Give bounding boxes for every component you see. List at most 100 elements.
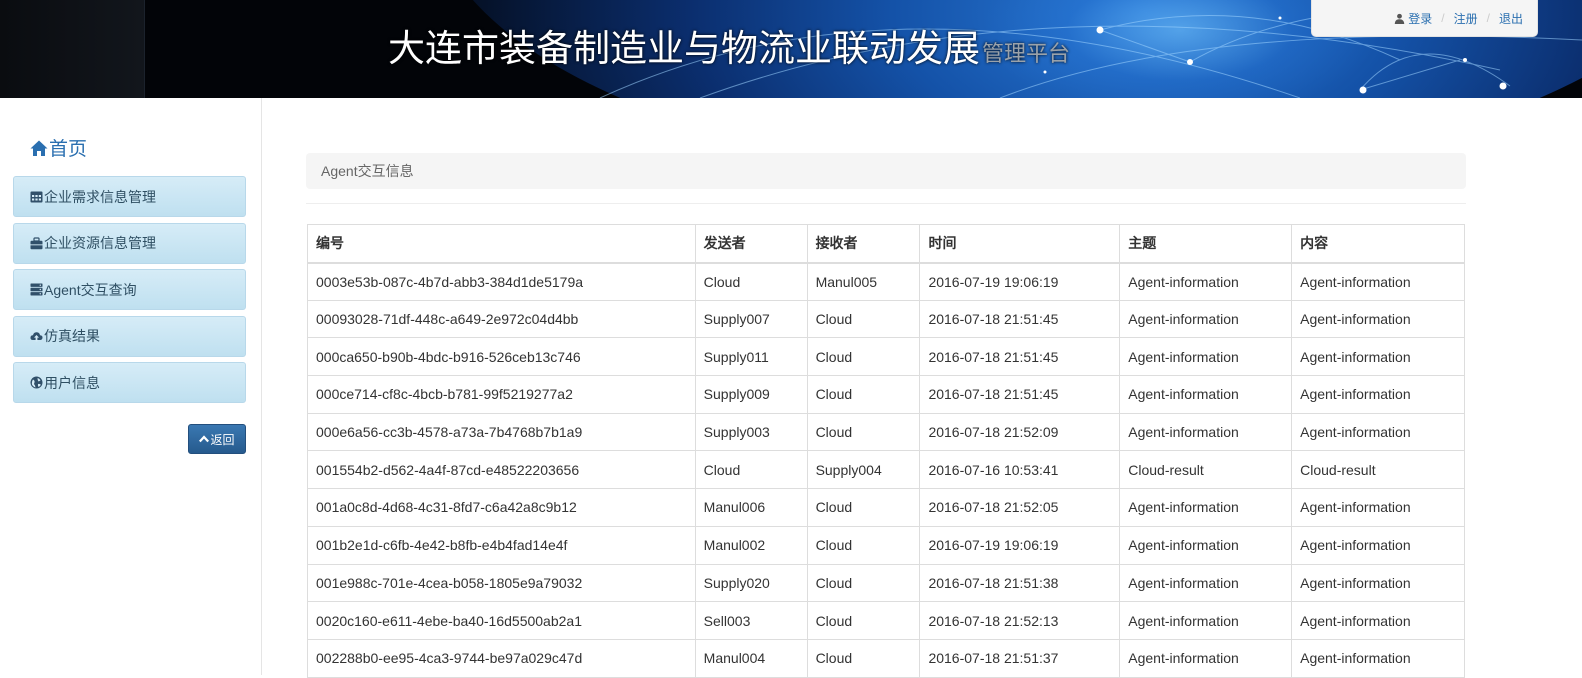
table-row[interactable]: 0003e53b-087c-4b7d-abb3-384d1de5179a Clou…	[307, 262, 1465, 301]
home-link[interactable]: 首页	[30, 134, 87, 161]
cell-receiver: Cloud	[806, 601, 921, 640]
cell-topic: Agent-information	[1119, 638, 1293, 678]
table-row[interactable]: 000ca650-b90b-4bdc-b916-526ceb13c746 Supp…	[307, 337, 1465, 377]
cell-receiver: Cloud	[806, 563, 921, 603]
cell-sender: Manul006	[694, 488, 808, 527]
cell-content: Agent-information	[1291, 488, 1465, 527]
user-icon	[1394, 13, 1405, 24]
cell-receiver: Manul005	[806, 262, 921, 301]
cell-topic: Agent-information	[1119, 525, 1293, 565]
briefcase-icon	[30, 236, 43, 249]
cell-sender: Manul004	[694, 638, 808, 678]
cell-content: Agent-information	[1291, 337, 1465, 377]
column-header-id: 编号	[307, 224, 696, 264]
column-header-time: 时间	[919, 224, 1121, 264]
cell-sender: Supply011	[694, 337, 808, 377]
column-header-content: 内容	[1291, 224, 1465, 264]
cell-topic: Cloud-result	[1119, 450, 1293, 490]
sidebar-item-user-info[interactable]: 用户信息	[13, 362, 246, 403]
auth-links: 登录 / 注册 / 退出	[1311, 0, 1538, 37]
column-header-topic: 主题	[1119, 224, 1293, 264]
cell-time: 2016-07-18 21:51:45	[919, 299, 1121, 339]
cell-id: 002288b0-ee95-4ca3-9744-be97a029c47d	[307, 638, 696, 678]
cell-sender: Supply003	[694, 412, 808, 452]
panel-heading: Agent交互信息	[306, 153, 1466, 189]
cell-receiver: Supply004	[806, 450, 921, 490]
divider	[306, 203, 1466, 204]
divider: /	[1486, 11, 1490, 25]
table-row[interactable]: 0020c160-e611-4ebe-ba40-16d5500ab2a1 Sell…	[307, 601, 1465, 640]
cell-content: Agent-information	[1291, 375, 1465, 414]
cell-time: 2016-07-19 19:06:19	[919, 262, 1121, 301]
site-title-main: 大连市装备制造业与物流业联动发展	[388, 28, 980, 69]
sidebar-item-agent-query[interactable]: Agent交互查询	[13, 269, 246, 310]
cell-topic: Agent-information	[1119, 262, 1293, 301]
cell-topic: Agent-information	[1119, 601, 1293, 640]
cell-time: 2016-07-18 21:51:37	[919, 638, 1121, 678]
site-title: 大连市装备制造业与物流业联动发展管理平台	[388, 18, 1070, 72]
cloud-upload-icon	[30, 331, 43, 341]
table-row[interactable]: 000e6a56-cc3b-4578-a73a-7b4768b7b1a9 Supp…	[307, 412, 1465, 452]
cell-id: 00093028-71df-448c-a649-2e972c04d4bb	[307, 299, 696, 339]
sidebar-item-label: 企业资源信息管理	[44, 235, 156, 251]
table-row[interactable]: 001e988c-701e-4cea-b058-1805e9a79032 Supp…	[307, 563, 1465, 603]
sidebar-item-demand-management[interactable]: 企业需求信息管理	[13, 176, 246, 217]
cell-sender: Cloud	[694, 262, 808, 301]
cell-topic: Agent-information	[1119, 299, 1293, 339]
globe-icon	[30, 376, 43, 389]
column-header-sender: 发送者	[694, 224, 808, 264]
cell-sender: Supply020	[694, 563, 808, 603]
cell-content: Agent-information	[1291, 299, 1465, 339]
cell-receiver: Cloud	[806, 525, 921, 565]
divider: /	[1441, 11, 1445, 25]
table-row[interactable]: 002288b0-ee95-4ca3-9744-be97a029c47d Manu…	[307, 638, 1465, 678]
login-label: 登录	[1408, 11, 1433, 26]
table-row[interactable]: 00093028-71df-448c-a649-2e972c04d4bb Supp…	[307, 299, 1465, 339]
back-button[interactable]: 返回	[188, 424, 246, 454]
table-row[interactable]: 001b2e1d-c6fb-4e42-b8fb-e4b4fad14e4f Manu…	[307, 525, 1465, 565]
sidebar-item-resource-management[interactable]: 企业资源信息管理	[13, 222, 246, 264]
cell-topic: Agent-information	[1119, 375, 1293, 414]
cell-time: 2016-07-18 21:51:38	[919, 563, 1121, 603]
cell-sender: Supply009	[694, 375, 808, 414]
cell-receiver: Cloud	[806, 638, 921, 678]
cell-receiver: Cloud	[806, 337, 921, 377]
logout-link[interactable]: 退出	[1499, 10, 1523, 27]
cell-time: 2016-07-16 10:53:41	[919, 450, 1121, 490]
home-icon	[30, 140, 48, 156]
sidebar-item-label: Agent交互查询	[44, 281, 137, 298]
table-row[interactable]: 001a0c8d-4d68-4c31-8fd7-c6a42a8c9b12 Manu…	[307, 488, 1465, 527]
agent-messages-table: 编号 发送者 接收者 时间 主题 内容 0003e53b-087c-4b7d-a…	[307, 224, 1465, 678]
column-header-receiver: 接收者	[806, 224, 921, 264]
sidebar-item-label: 用户信息	[44, 374, 100, 391]
cell-topic: Agent-information	[1119, 412, 1293, 452]
cell-sender: Cloud	[694, 450, 808, 490]
sidebar-item-simulation-results[interactable]: 仿真结果	[13, 315, 246, 357]
cell-id: 0020c160-e611-4ebe-ba40-16d5500ab2a1	[307, 601, 696, 640]
cell-content: Agent-information	[1291, 525, 1465, 565]
cell-content: Agent-information	[1291, 262, 1465, 301]
back-button-label: 返回	[210, 432, 235, 447]
cell-topic: Agent-information	[1119, 488, 1293, 527]
cell-content: Agent-information	[1291, 638, 1465, 678]
cell-id: 000e6a56-cc3b-4578-a73a-7b4768b7b1a9	[307, 412, 696, 452]
cell-id: 001554b2-d562-4a4f-87cd-e48522203656	[307, 450, 696, 490]
cell-sender: Manul002	[694, 525, 808, 565]
chevron-up-icon	[199, 435, 210, 443]
cell-topic: Agent-information	[1119, 337, 1293, 377]
cell-time: 2016-07-18 21:52:13	[919, 601, 1121, 640]
register-link[interactable]: 注册	[1454, 10, 1478, 27]
cell-id: 000ca650-b90b-4bdc-b916-526ceb13c746	[307, 337, 696, 377]
cell-sender: Sell003	[694, 601, 808, 640]
cell-receiver: Cloud	[806, 412, 921, 452]
cell-id: 000ce714-cf8c-4bcb-b781-99f5219277a2	[307, 375, 696, 414]
table-row[interactable]: 000ce714-cf8c-4bcb-b781-99f5219277a2 Supp…	[307, 375, 1465, 414]
cell-time: 2016-07-18 21:52:05	[919, 488, 1121, 527]
cell-content: Agent-information	[1291, 412, 1465, 452]
cell-time: 2016-07-18 21:52:09	[919, 412, 1121, 452]
site-title-sub: 管理平台	[982, 41, 1071, 66]
table-row[interactable]: 001554b2-d562-4a4f-87cd-e48522203656 Clou…	[307, 450, 1465, 490]
cell-id: 001e988c-701e-4cea-b058-1805e9a79032	[307, 563, 696, 603]
cell-receiver: Cloud	[806, 299, 921, 339]
login-link[interactable]: 登录	[1394, 10, 1432, 27]
